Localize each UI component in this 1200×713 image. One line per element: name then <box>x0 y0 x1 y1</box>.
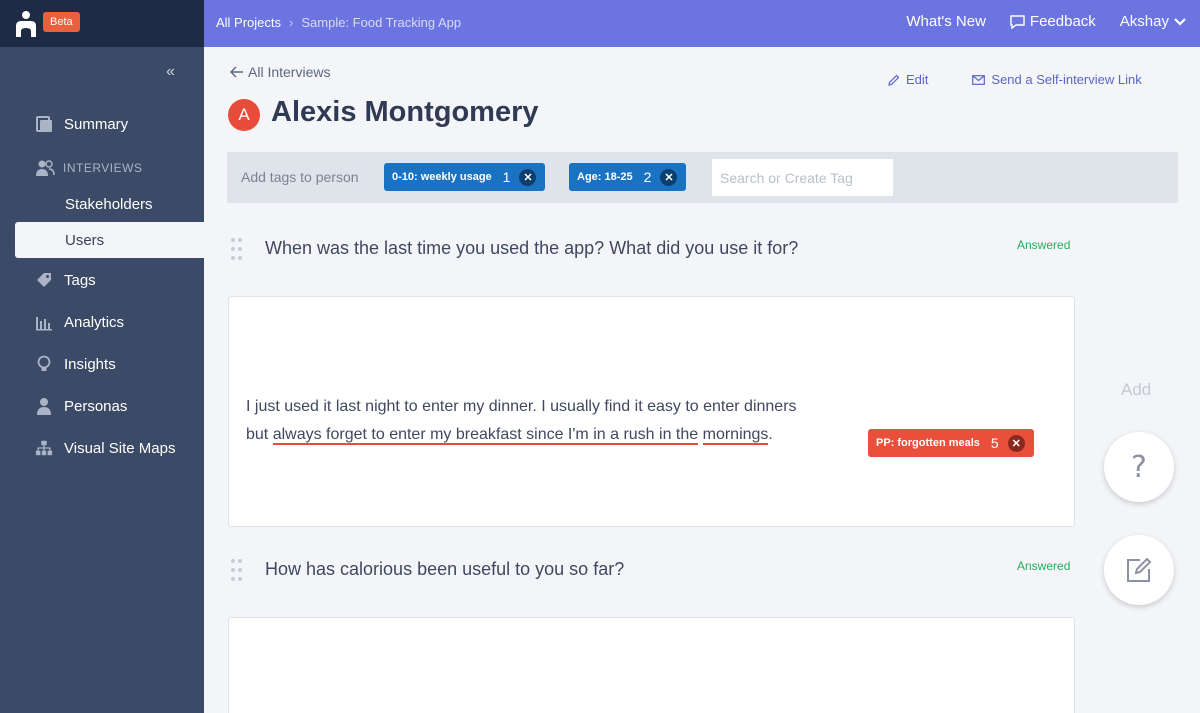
sidebar-item-sitemaps[interactable]: Visual Site Maps <box>0 428 204 468</box>
top-bar-actions: What's New Feedback Akshay <box>906 13 1186 30</box>
highlighted-text[interactable]: always forget to enter my breakfast sinc… <box>272 426 699 445</box>
tag-search-input[interactable] <box>712 159 893 196</box>
feedback-label: Feedback <box>1029 13 1096 30</box>
top-bar: All Projects › Sample: Food Tracking App… <box>204 0 1200 47</box>
person-tag[interactable]: Age: 18-25 2 ✕ <box>569 163 687 191</box>
answer-card[interactable] <box>228 617 1075 713</box>
tag-bar-label: Add tags to person <box>241 169 359 185</box>
highlight-tag[interactable]: PP: forgotten meals 5 ✕ <box>868 429 1034 457</box>
edit-label: Edit <box>906 72 929 87</box>
sidebar-item-insights[interactable]: Insights <box>0 344 204 384</box>
question-text: When was the last time you used the app?… <box>265 238 799 258</box>
answer-text[interactable]: I just used it last night to enter my di… <box>246 393 806 449</box>
back-label: All Interviews <box>248 64 331 80</box>
beta-badge: Beta <box>43 12 80 32</box>
add-note-button[interactable] <box>1104 535 1174 605</box>
sidebar-header: Beta <box>0 0 204 47</box>
sidebar-item-summary[interactable]: Summary <box>0 104 204 144</box>
speech-bubble-icon <box>1010 14 1025 29</box>
tag-count: 1 <box>502 169 511 185</box>
double-chevron-left-icon[interactable]: « <box>166 63 175 81</box>
sidebar-item-users[interactable]: Users <box>15 222 204 258</box>
add-question-button[interactable]: ? <box>1104 432 1174 502</box>
sitemap-icon <box>35 439 53 457</box>
add-label: Add <box>1121 380 1152 399</box>
tag-icon <box>35 271 53 289</box>
header-actions: Edit Send a Self-interview Link <box>888 72 1142 87</box>
sidebar-section-label: INTERVIEWS <box>63 161 143 175</box>
user-name: Akshay <box>1119 13 1169 30</box>
send-self-interview-link[interactable]: Send a Self-interview Link <box>972 72 1142 87</box>
pencil-icon <box>888 74 900 86</box>
page-title: Alexis Montgomery <box>271 96 539 128</box>
tag-label: Age: 18-25 <box>577 171 633 183</box>
sidebar-item-label: Visual Site Maps <box>64 439 176 457</box>
users-icon <box>36 160 55 176</box>
sidebar-item-analytics[interactable]: Analytics <box>0 302 204 342</box>
sidebar-section-interviews: INTERVIEWS <box>0 150 204 186</box>
sidebar-nav: Summary INTERVIEWS Stakeholders Users Ta… <box>0 104 204 468</box>
highlighted-text[interactable]: mornings <box>702 426 769 445</box>
whats-new-link[interactable]: What's New <box>906 13 986 30</box>
avatar: A <box>228 99 260 131</box>
bar-chart-icon <box>35 313 53 331</box>
tag-count: 2 <box>643 169 652 185</box>
arrow-left-icon <box>230 66 243 78</box>
sidebar-item-stakeholders[interactable]: Stakeholders <box>0 186 204 222</box>
sidebar-item-personas[interactable]: Personas <box>0 386 204 426</box>
sidebar-item-label: Summary <box>64 115 129 133</box>
sidebar-item-label: Tags <box>64 271 96 289</box>
feedback-link[interactable]: Feedback <box>1010 13 1096 30</box>
person-icon <box>35 397 53 415</box>
chevron-right-icon: › <box>289 15 294 30</box>
tag-count: 5 <box>990 435 999 451</box>
person-tag[interactable]: 0-10: weekly usage 1 ✕ <box>384 163 546 191</box>
envelope-icon <box>972 74 986 85</box>
lightbulb-icon <box>35 355 53 373</box>
breadcrumb: All Projects › Sample: Food Tracking App <box>216 15 461 30</box>
close-icon[interactable]: ✕ <box>660 168 678 186</box>
answer-card[interactable]: I just used it last night to enter my di… <box>228 296 1075 527</box>
tag-label: PP: forgotten meals <box>876 437 980 449</box>
sidebar: Beta « Summary INTERVIEWS Stakeholders U… <box>0 0 204 713</box>
breadcrumb-current[interactable]: Sample: Food Tracking App <box>301 15 461 30</box>
question-mark-icon: ? <box>1131 449 1147 485</box>
document-icon <box>35 115 53 133</box>
close-icon[interactable]: ✕ <box>519 168 537 186</box>
back-link[interactable]: All Interviews <box>230 64 330 80</box>
breadcrumb-all-projects[interactable]: All Projects <box>216 15 281 30</box>
sidebar-item-label: Insights <box>64 355 116 373</box>
chevron-down-icon <box>1174 17 1186 26</box>
close-icon[interactable]: ✕ <box>1007 434 1025 452</box>
status-badge: Answered <box>1017 238 1071 252</box>
drag-handle-icon[interactable] <box>231 238 243 262</box>
status-badge: Answered <box>1017 559 1071 573</box>
person-tag-bar: Add tags to person 0-10: weekly usage 1 … <box>227 152 1178 203</box>
edit-note-icon <box>1127 557 1152 582</box>
sidebar-item-label: Personas <box>64 397 128 415</box>
user-menu[interactable]: Akshay <box>1120 13 1186 30</box>
sidebar-item-tags[interactable]: Tags <box>0 260 204 300</box>
answer-text-plain: . <box>768 426 773 443</box>
tag-label: 0-10: weekly usage <box>392 171 492 183</box>
sidebar-item-label: Analytics <box>64 313 125 331</box>
question-text: How has calorious been useful to you so … <box>265 559 625 579</box>
send-label: Send a Self-interview Link <box>991 72 1142 87</box>
drag-handle-icon[interactable] <box>231 559 243 583</box>
edit-button[interactable]: Edit <box>888 72 928 87</box>
logo-icon[interactable] <box>14 10 38 38</box>
